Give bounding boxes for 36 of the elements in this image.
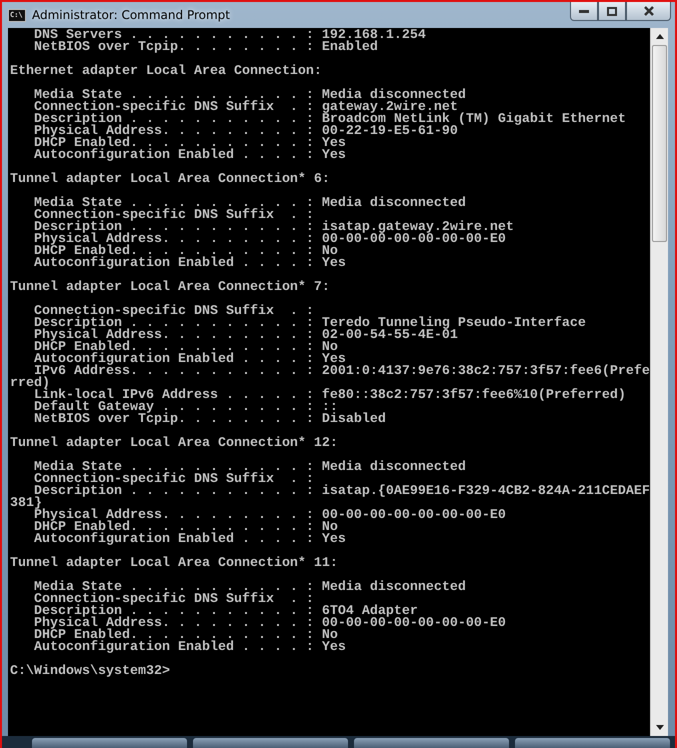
- scroll-down-icon[interactable]: [656, 725, 664, 730]
- console-line: Tunnel adapter Local Area Connection* 7:: [10, 282, 331, 294]
- console-line: Autoconfiguration Enabled . . . . : Yes: [32, 354, 346, 366]
- scroll-thumb[interactable]: [652, 45, 667, 242]
- taskbar-button[interactable]: [32, 738, 187, 748]
- console-line: Connection-specific DNS Suffix . :: [32, 306, 315, 318]
- console-line: C:\Windows\system32>: [10, 666, 171, 678]
- console-line: Connection-specific DNS Suffix . :: [32, 210, 315, 222]
- console-line: Autoconfiguration Enabled . . . . : Yes: [32, 258, 347, 270]
- console-line: NetBIOS over Tcpip. . . . . . . . : Disabled: [32, 414, 387, 426]
- taskbar-button[interactable]: [354, 738, 509, 748]
- console-line: Connection-specific DNS Suffix . :: [32, 474, 315, 486]
- console-line: Tunnel adapter Local Area Connection* 11:: [10, 558, 339, 570]
- maximize-button[interactable]: [598, 2, 626, 21]
- close-button[interactable]: [626, 2, 671, 21]
- console-line: NetBIOS over Tcpip. . . . . . . . : Enabled: [32, 42, 379, 54]
- close-icon: [644, 6, 654, 16]
- console-line: 381}: [10, 498, 42, 510]
- taskbar-button[interactable]: [515, 738, 670, 748]
- window-title: Administrator: Command Prompt: [32, 8, 231, 22]
- console-line: Description . . . . . . . . . . . : isatap.{0AE99E16-F329-4CB2-824A-211CEDAEF: [34, 486, 650, 498]
- maximize-icon: [607, 6, 617, 16]
- scrollbar[interactable]: [650, 28, 668, 736]
- console-line: Connection-specific DNS Suffix . :: [32, 594, 315, 606]
- scroll-up-icon[interactable]: [656, 34, 664, 39]
- minimize-icon: [579, 9, 589, 13]
- taskbar-button[interactable]: [193, 738, 348, 748]
- console-line: Autoconfiguration Enabled . . . . : Yes: [32, 642, 347, 654]
- console-line: Ethernet adapter Local Area Connection:: [10, 66, 323, 78]
- console-line: Autoconfiguration Enabled . . . . : Yes: [32, 150, 347, 162]
- console-line: rred): [10, 378, 50, 390]
- console-line: Tunnel adapter Local Area Connection* 12:: [10, 438, 339, 450]
- console-line: Connection-specific DNS Suffix . : gateway.2wire.net: [32, 102, 459, 114]
- console-line: Tunnel adapter Local Area Connection* 6:: [10, 174, 331, 186]
- minimize-button[interactable]: [570, 2, 598, 21]
- console-line: Autoconfiguration Enabled . . . . : Yes: [32, 534, 347, 546]
